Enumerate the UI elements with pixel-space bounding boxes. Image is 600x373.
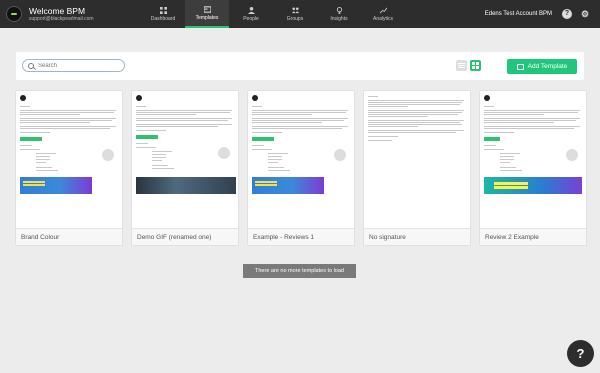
search-box[interactable] [22,59,125,72]
template-name: Demo GIF (renamed one) [132,228,238,245]
template-preview [16,91,122,228]
nav-item-insights[interactable]: Insights [317,0,361,28]
nav-item-people[interactable]: People [229,0,273,28]
chart-icon [379,7,387,13]
template-grid: Brand Colour Demo GIF (renamed one) Exam… [16,91,586,245]
search-icon [28,62,34,69]
search-input[interactable] [38,62,118,69]
groups-icon [291,6,299,13]
nav-label: Analytics [372,15,393,22]
question-mark-icon: ? [576,346,585,361]
nav-label: Templates [195,14,219,21]
grid-view-toggle[interactable] [470,60,481,71]
template-preview [248,91,354,228]
no-more-templates-notice: There are no more templates to load [243,264,356,278]
template-card[interactable]: Review 2 Example [480,91,586,245]
blackpearl-logo[interactable] [6,6,22,22]
template-card[interactable]: No signature [364,91,470,245]
help-chat-button[interactable]: ? [567,340,594,367]
dashboard-icon [159,6,167,14]
app-title: Welcome BPM [29,5,86,16]
account-name[interactable]: Edens Test Account BPM [485,11,552,17]
templates-icon [203,5,211,13]
nav-label: Groups [286,15,304,22]
template-name: No signature [364,228,470,245]
nav-item-dashboard[interactable]: Dashboard [141,0,185,28]
top-navigation-bar: Welcome BPM support@blackpearlmail.com D… [0,0,600,28]
template-preview [132,91,238,228]
nav-item-analytics[interactable]: Analytics [361,0,405,28]
account-email: support@blackpearlmail.com [29,15,94,22]
template-card[interactable]: Brand Colour [16,91,122,245]
template-preview [480,91,586,228]
nav-label: People [243,15,259,22]
templates-toolbar: Add Template [16,52,584,80]
template-name: Example - Reviews 1 [248,228,354,245]
template-preview [364,91,470,228]
add-template-icon [516,63,524,70]
add-template-label: Add Template [527,63,568,70]
help-icon[interactable]: ? [562,9,572,19]
nav-label: Dashboard [150,15,176,22]
lightbulb-icon [336,6,342,14]
template-name: Brand Colour [16,228,122,245]
template-card[interactable]: Example - Reviews 1 [248,91,354,245]
list-view-toggle[interactable] [456,60,467,71]
template-card[interactable]: Demo GIF (renamed one) [132,91,238,245]
gear-icon[interactable]: ⚙ [580,9,590,19]
add-template-button[interactable]: Add Template [507,59,577,74]
main-nav: Dashboard Templates People Groups Insigh… [141,0,405,28]
nav-label: Insights [330,15,348,22]
brand-block: Welcome BPM support@blackpearlmail.com [29,6,141,23]
nav-item-groups[interactable]: Groups [273,0,317,28]
template-name: Review 2 Example [480,228,586,245]
person-icon [247,6,255,14]
nav-item-templates[interactable]: Templates [185,0,229,28]
